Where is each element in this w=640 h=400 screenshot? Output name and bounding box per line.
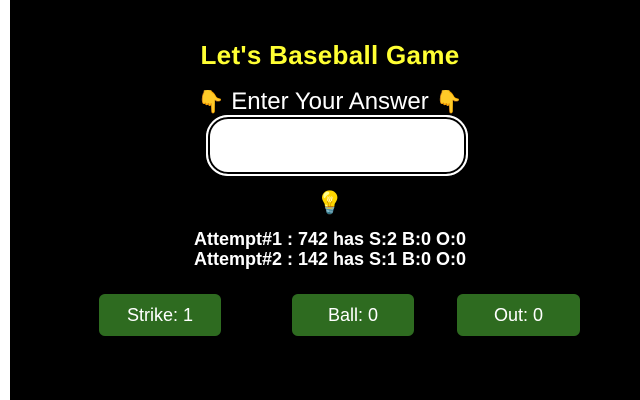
game-title: Let's Baseball Game (200, 40, 460, 70)
game-panel: Let's Baseball Game 👇 Enter Your Answer … (10, 0, 640, 400)
prompt-label: Enter Your Answer (231, 88, 429, 115)
attempt-history: Attempt#1 : 742 has S:2 B:0 O:0 Attempt#… (10, 229, 640, 269)
out-button[interactable]: Out: 0 (457, 294, 580, 336)
attempt-line: Attempt#2 : 142 has S:1 B:0 O:0 (193, 249, 467, 269)
attempt-line: Attempt#1 : 742 has S:2 B:0 O:0 (193, 229, 467, 249)
pointing-hand-icon: 👇 (197, 89, 225, 114)
answer-input[interactable] (206, 115, 468, 176)
ball-button[interactable]: Ball: 0 (292, 294, 414, 336)
lightbulb-icon: 💡 (316, 190, 344, 215)
strike-button[interactable]: Strike: 1 (99, 294, 221, 336)
answer-prompt: 👇 Enter Your Answer 👇 (10, 88, 640, 116)
pointing-hand-icon: 👇 (435, 89, 463, 114)
